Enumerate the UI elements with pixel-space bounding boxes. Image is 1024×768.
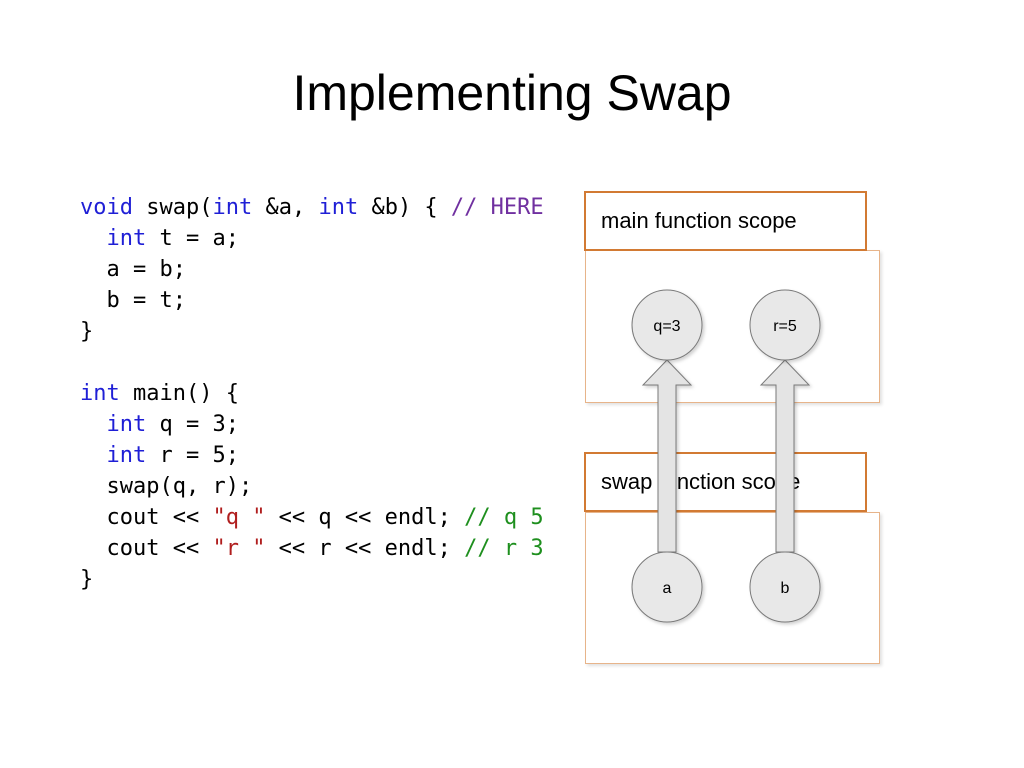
node-b: b bbox=[749, 551, 821, 623]
node-r: r=5 bbox=[749, 289, 821, 361]
diagram-svg: q=3 r=5 a b bbox=[631, 289, 821, 623]
reference-arrow-b-to-r bbox=[759, 359, 811, 553]
node-q-label: q=3 bbox=[653, 318, 680, 335]
node-b-label: b bbox=[781, 580, 790, 597]
node-a-label: a bbox=[663, 580, 672, 597]
reference-arrow-a-to-q bbox=[641, 359, 693, 553]
node-r-label: r=5 bbox=[773, 318, 797, 335]
scope-diagram: main function scope swap function scope … bbox=[0, 0, 1024, 768]
node-q: q=3 bbox=[631, 289, 703, 361]
node-a: a bbox=[631, 551, 703, 623]
